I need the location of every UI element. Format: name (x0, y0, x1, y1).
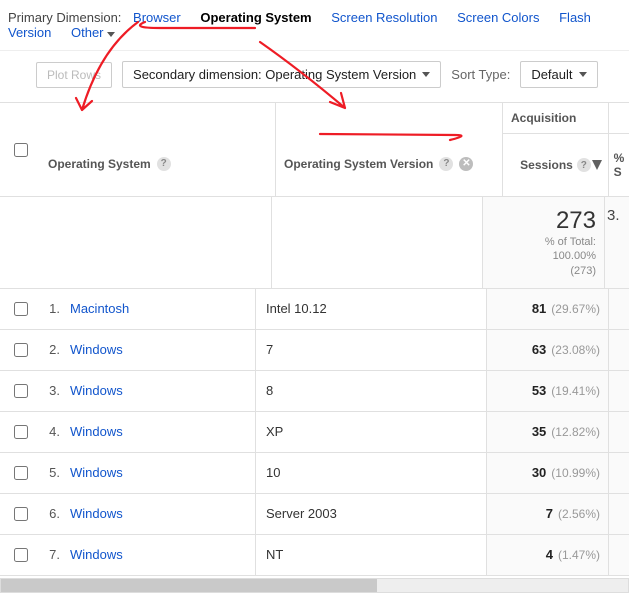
row-checkbox[interactable] (14, 425, 28, 439)
horizontal-scrollbar[interactable] (0, 578, 629, 593)
os-version-cell: NT (255, 535, 486, 575)
table-header: Operating System ? Operating System Vers… (0, 102, 629, 197)
column-group-acquisition: Acquisition (503, 103, 608, 134)
os-version-cell: 10 (255, 453, 486, 493)
secondary-dimension-label: Secondary dimension: Operating System Ve… (133, 67, 416, 82)
row-number: 4. (40, 424, 60, 439)
column-header-os-version[interactable]: Operating System Version ? ✕ (275, 103, 502, 196)
help-icon[interactable]: ? (439, 157, 453, 171)
table-row: 2. Windows 763(23.08%) (0, 330, 629, 371)
plot-rows-button[interactable]: Plot Rows (36, 62, 112, 88)
tab-other[interactable]: Other (71, 25, 115, 40)
sessions-cell: 7(2.56%) (486, 494, 608, 534)
secondary-dimension-dropdown[interactable]: Secondary dimension: Operating System Ve… (122, 61, 441, 88)
os-version-cell: Server 2003 (255, 494, 486, 534)
os-link[interactable]: Windows (70, 506, 123, 521)
row-number: 5. (40, 465, 60, 480)
row-number: 7. (40, 547, 60, 562)
row-number: 2. (40, 342, 60, 357)
row-checkbox[interactable] (14, 466, 28, 480)
row-checkbox[interactable] (14, 548, 28, 562)
os-link[interactable]: Windows (70, 465, 123, 480)
os-link[interactable]: Windows (70, 383, 123, 398)
os-link[interactable]: Windows (70, 424, 123, 439)
row-number: 3. (40, 383, 60, 398)
column-header-sessions[interactable]: Sessions ? (503, 134, 608, 196)
sort-type-dropdown[interactable]: Default (520, 61, 597, 88)
os-version-cell: Intel 10.12 (255, 289, 486, 329)
row-checkbox[interactable] (14, 507, 28, 521)
sessions-cell: 53(19.41%) (486, 371, 608, 411)
table-body: 1. Macintosh Intel 10.1281(29.67%) 2. Window… (0, 289, 629, 576)
table-row: 4. Windows XP35(12.82%) (0, 412, 629, 453)
os-link[interactable]: Windows (70, 547, 123, 562)
primary-dimension-tabs: Primary Dimension: Browser Operating Sys… (0, 0, 629, 51)
row-number: 1. (40, 301, 60, 316)
table-row: 5. Windows 1030(10.99%) (0, 453, 629, 494)
row-checkbox[interactable] (14, 384, 28, 398)
table-row: 1. Macintosh Intel 10.1281(29.67%) (0, 289, 629, 330)
table-row: 7. Windows NT4(1.47%) (0, 535, 629, 576)
summary-extra: 3. (604, 197, 629, 288)
tab-operating-system[interactable]: Operating System (200, 10, 311, 25)
os-version-cell: 7 (255, 330, 486, 370)
controls-row: Plot Rows Secondary dimension: Operating… (0, 51, 629, 102)
column-header-os[interactable]: Operating System ? (40, 103, 275, 196)
tab-browser[interactable]: Browser (133, 10, 181, 25)
tab-screen-resolution[interactable]: Screen Resolution (331, 10, 437, 25)
chevron-down-icon (422, 72, 430, 77)
os-version-cell: 8 (255, 371, 486, 411)
remove-dimension-icon[interactable]: ✕ (459, 157, 473, 171)
column-header-percent-sessions[interactable]: % S (609, 134, 629, 196)
os-link[interactable]: Macintosh (70, 301, 129, 316)
row-checkbox[interactable] (14, 343, 28, 357)
sessions-cell: 35(12.82%) (486, 412, 608, 452)
os-version-cell: XP (255, 412, 486, 452)
tab-screen-colors[interactable]: Screen Colors (457, 10, 539, 25)
help-icon[interactable]: ? (157, 157, 171, 171)
sessions-cell: 63(23.08%) (486, 330, 608, 370)
sessions-cell: 4(1.47%) (486, 535, 608, 575)
select-all-checkbox[interactable] (14, 143, 28, 157)
primary-dimension-label: Primary Dimension: (8, 10, 121, 25)
chevron-down-icon (579, 72, 587, 77)
os-link[interactable]: Windows (70, 342, 123, 357)
chevron-down-icon (107, 32, 115, 37)
row-number: 6. (40, 506, 60, 521)
help-icon[interactable]: ? (577, 158, 591, 172)
table-row: 3. Windows 853(19.41%) (0, 371, 629, 412)
row-checkbox[interactable] (14, 302, 28, 316)
summary-row: 273 % of Total:100.00%(273) 3. (0, 197, 629, 289)
summary-sessions: 273 % of Total:100.00%(273) (482, 197, 604, 288)
sessions-cell: 30(10.99%) (486, 453, 608, 493)
sessions-cell: 81(29.67%) (486, 289, 608, 329)
table-row: 6. Windows Server 20037(2.56%) (0, 494, 629, 535)
sort-type-label: Sort Type: (451, 67, 510, 82)
sort-descending-icon (592, 160, 602, 170)
